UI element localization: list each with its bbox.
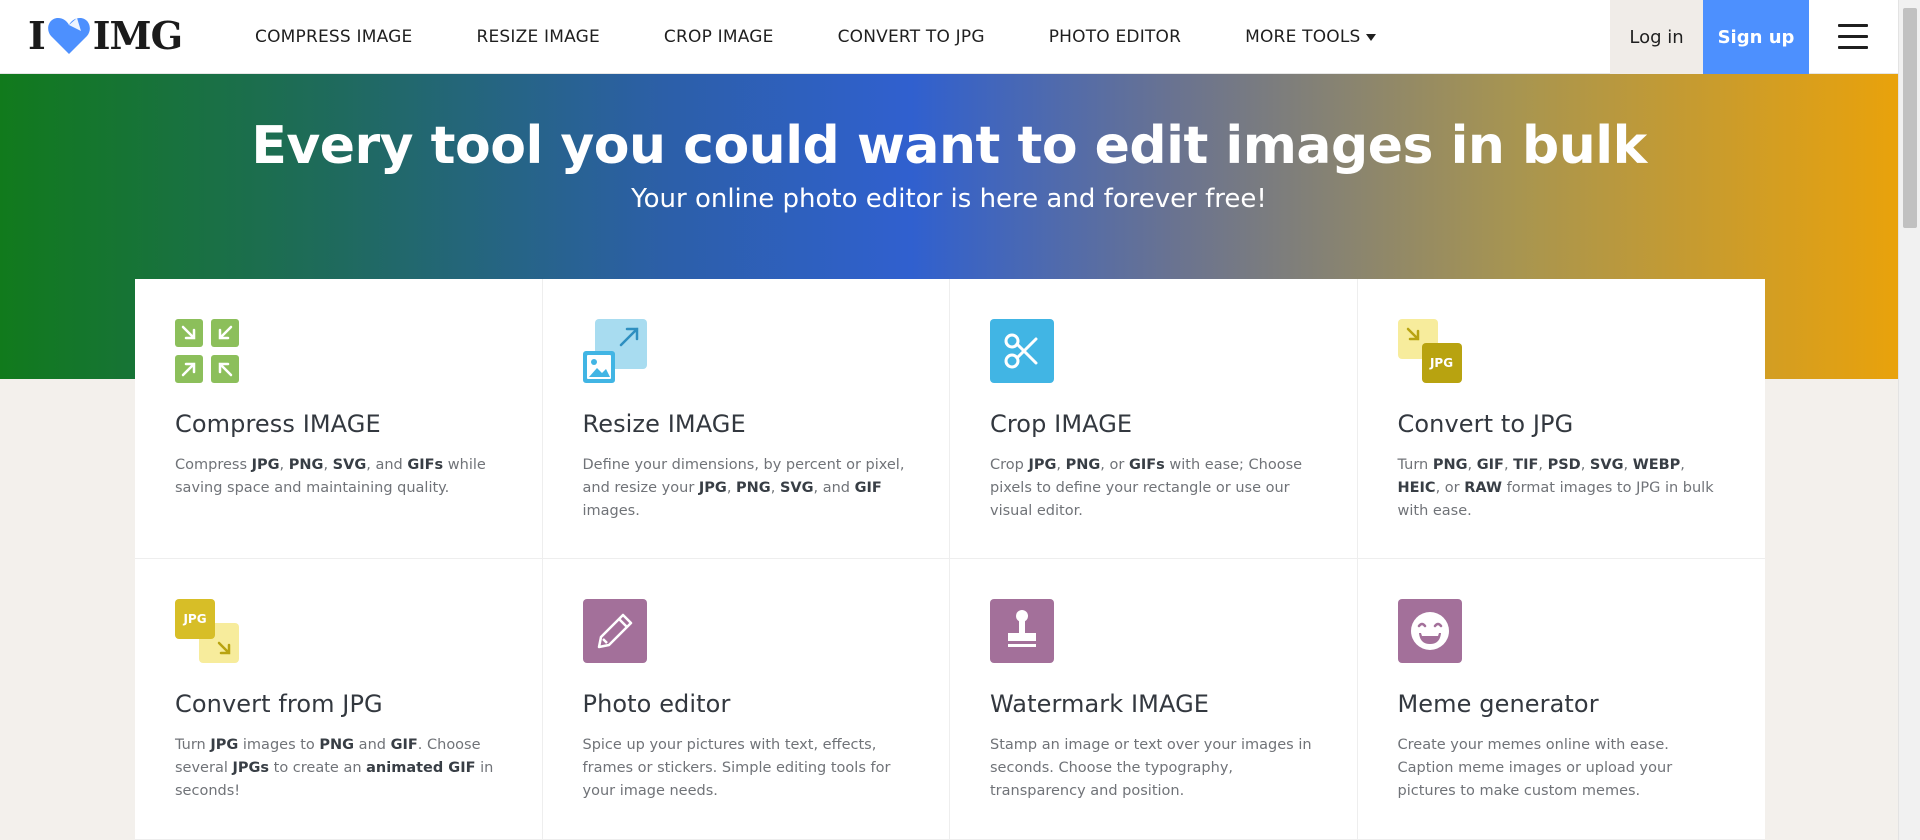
tool-description: Stamp an image or text over your images … bbox=[990, 737, 1312, 799]
nav-crop-image[interactable]: CROP IMAGE bbox=[664, 27, 774, 47]
nav-label: CROP IMAGE bbox=[663, 27, 774, 47]
nav-label: RESIZE IMAGE bbox=[476, 27, 600, 47]
format-keyword: animated GIF bbox=[366, 760, 476, 776]
stamp-icon bbox=[990, 599, 1054, 663]
tool-description: Turn PNG, GIF, TIF, PSD, SVG, WEBP, HEIC… bbox=[1397, 457, 1714, 519]
format-keyword: JPG bbox=[210, 737, 239, 753]
format-keyword: GIF bbox=[854, 480, 882, 496]
tool-description: Compress JPG, PNG, SVG, and GIFs while s… bbox=[175, 457, 486, 496]
tool-title: Crop IMAGE bbox=[990, 410, 1133, 438]
format-keyword: RAW bbox=[1464, 480, 1502, 496]
nav-label: COMPRESS IMAGE bbox=[255, 27, 413, 47]
logo-text-right: IMG bbox=[92, 13, 183, 58]
tool-title: Photo editor bbox=[582, 690, 731, 718]
hero-title: Every tool you could want to edit images… bbox=[251, 116, 1647, 176]
nav-more-tools[interactable]: MORE TOOLS bbox=[1245, 27, 1376, 47]
tool-description: Turn JPG images to PNG and GIF. Choose s… bbox=[175, 737, 494, 799]
format-keyword: PNG bbox=[1432, 457, 1468, 473]
format-keyword: JPG bbox=[1028, 457, 1057, 473]
tool-card-compress[interactable]: Compress IMAGE Compress JPG, PNG, SVG, a… bbox=[135, 279, 543, 559]
signup-button[interactable]: Sign up bbox=[1703, 0, 1809, 74]
format-keyword: PNG bbox=[1065, 457, 1101, 473]
format-keyword: TIF bbox=[1513, 457, 1539, 473]
tool-title: Meme generator bbox=[1397, 690, 1599, 718]
format-keyword: SVG bbox=[332, 457, 367, 473]
jpg-badge: JPG bbox=[1429, 356, 1454, 370]
tool-card-photo-editor[interactable]: Photo editor Spice up your pictures with… bbox=[542, 559, 950, 840]
top-navbar: I IMG COMPRESS IMAGE RESIZE IMAGE CROP I… bbox=[0, 0, 1898, 74]
pencil-icon bbox=[582, 599, 647, 663]
format-keyword: WEBP bbox=[1632, 457, 1681, 473]
scrollbar-thumb[interactable] bbox=[1903, 8, 1917, 228]
nav-photo-editor[interactable]: PHOTO EDITOR bbox=[1049, 27, 1181, 47]
tool-description: Crop JPG, PNG, or GIFs with ease; Choose… bbox=[990, 457, 1303, 519]
format-keyword: JPGs bbox=[232, 760, 270, 776]
tool-description: Create your memes online with ease. Capt… bbox=[1397, 737, 1673, 799]
tool-card-convert-to-jpg[interactable]: JPG Convert to JPG Turn PNG, GIF, TIF, P… bbox=[1357, 279, 1765, 559]
format-keyword: PNG bbox=[319, 737, 355, 753]
tool-title: Convert from JPG bbox=[175, 690, 383, 718]
format-keyword: GIFs bbox=[407, 457, 444, 473]
login-button[interactable]: Log in bbox=[1610, 0, 1703, 74]
tool-card-convert-from-jpg[interactable]: JPG Convert from JPG Turn JPG images to … bbox=[135, 559, 543, 840]
format-keyword: JPG bbox=[698, 480, 727, 496]
tool-card-watermark[interactable]: Watermark IMAGE Stamp an image or text o… bbox=[950, 559, 1358, 840]
logo[interactable]: I IMG bbox=[28, 13, 183, 58]
nav-label: MORE TOOLS bbox=[1245, 27, 1361, 47]
format-keyword: PNG bbox=[736, 480, 771, 496]
jpg-badge: JPG bbox=[183, 612, 207, 626]
tool-card-resize[interactable]: Resize IMAGE Define your dimensions, by … bbox=[542, 279, 950, 559]
caret-down-icon bbox=[1365, 33, 1376, 41]
tool-title: Resize IMAGE bbox=[582, 410, 746, 438]
hamburger-menu-icon[interactable] bbox=[1838, 24, 1868, 50]
tools-grid: Compress IMAGE Compress JPG, PNG, SVG, a… bbox=[135, 279, 1765, 840]
tool-description: Spice up your pictures with text, effect… bbox=[582, 737, 891, 799]
nav-label: CONVERT TO JPG bbox=[837, 27, 985, 47]
format-keyword: SVG bbox=[1589, 457, 1624, 473]
format-keyword: GIF bbox=[390, 737, 418, 753]
tool-title: Watermark IMAGE bbox=[990, 690, 1210, 718]
nav-compress-image[interactable]: COMPRESS IMAGE bbox=[255, 27, 412, 47]
resize-icon bbox=[582, 319, 647, 383]
nav-label: PHOTO EDITOR bbox=[1048, 27, 1182, 47]
tool-description: Define your dimensions, by percent or pi… bbox=[582, 457, 905, 519]
convert-from-jpg-icon: JPG bbox=[175, 599, 239, 663]
main-menu: COMPRESS IMAGE RESIZE IMAGE CROP IMAGE C… bbox=[255, 0, 1440, 74]
nav-resize-image[interactable]: RESIZE IMAGE bbox=[476, 27, 599, 47]
format-keyword: GIFs bbox=[1128, 457, 1165, 473]
format-keyword: SVG bbox=[779, 480, 814, 496]
format-keyword: JPG bbox=[251, 457, 280, 473]
logo-text-left: I bbox=[28, 13, 46, 58]
tool-title: Compress IMAGE bbox=[175, 410, 381, 438]
tool-title: Convert to JPG bbox=[1397, 410, 1574, 438]
format-keyword: GIF bbox=[1476, 457, 1504, 473]
format-keyword: PNG bbox=[288, 457, 324, 473]
nav-convert-to-jpg[interactable]: CONVERT TO JPG bbox=[838, 27, 985, 47]
tool-card-meme-generator[interactable]: Meme generator Create your memes online … bbox=[1357, 559, 1765, 840]
page-scrollbar[interactable] bbox=[1898, 0, 1920, 840]
heart-icon bbox=[47, 18, 90, 54]
format-keyword: PSD bbox=[1547, 457, 1581, 473]
tool-card-crop[interactable]: Crop IMAGE Crop JPG, PNG, or GIFs with e… bbox=[950, 279, 1358, 559]
compress-icon bbox=[175, 319, 239, 383]
hero-subtitle: Your online photo editor is here and for… bbox=[631, 184, 1267, 214]
format-keyword: HEIC bbox=[1397, 480, 1436, 496]
laughing-face-icon bbox=[1397, 599, 1462, 663]
scissors-icon bbox=[990, 319, 1054, 383]
convert-to-jpg-icon: JPG bbox=[1397, 319, 1462, 383]
